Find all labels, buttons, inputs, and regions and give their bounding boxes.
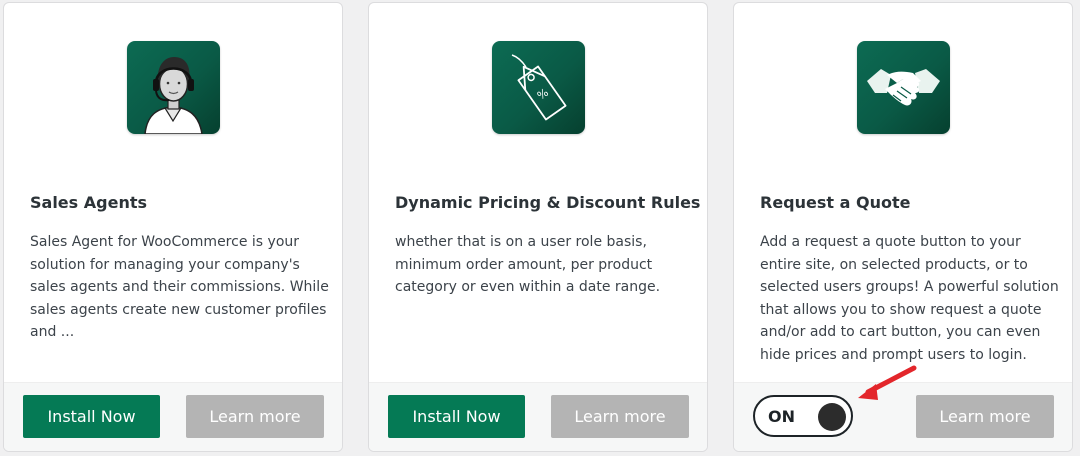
card-description: whether that is on a user role basis, mi…	[395, 234, 661, 296]
card-description: Add a request a quote button to your ent…	[760, 234, 1059, 363]
addon-card-dynamic-pricing: % Dynamic Pricing & Discount Rules wheth…	[368, 2, 708, 452]
card-title: Sales Agents	[30, 193, 147, 212]
toggle-knob	[818, 403, 846, 431]
discount-tag-icon: %	[492, 41, 585, 134]
card-footer: ON Learn more	[734, 382, 1072, 451]
learn-more-button[interactable]: Learn more	[916, 395, 1054, 438]
learn-more-button[interactable]: Learn more	[551, 395, 689, 438]
toggle-label: ON	[768, 407, 795, 426]
card-title: Request a Quote	[760, 193, 911, 212]
activation-toggle[interactable]: ON	[753, 395, 853, 437]
addon-card-sales-agents: Sales Agents Sales Agent for WooCommerce…	[3, 2, 343, 452]
support-agent-icon	[127, 41, 220, 134]
card-footer: Install Now Learn more	[4, 382, 342, 451]
addons-grid: Sales Agents Sales Agent for WooCommerce…	[0, 0, 1080, 456]
handshake-icon	[857, 41, 950, 134]
card-description: Sales Agent for WooCommerce is your solu…	[30, 234, 329, 341]
card-footer: Install Now Learn more	[369, 382, 707, 451]
install-now-button[interactable]: Install Now	[23, 395, 160, 438]
install-now-button[interactable]: Install Now	[388, 395, 525, 438]
learn-more-button[interactable]: Learn more	[186, 395, 324, 438]
addon-card-request-a-quote: Request a Quote Add a request a quote bu…	[733, 2, 1073, 452]
svg-text:%: %	[535, 86, 551, 103]
card-title: Dynamic Pricing & Discount Rules	[395, 193, 701, 212]
